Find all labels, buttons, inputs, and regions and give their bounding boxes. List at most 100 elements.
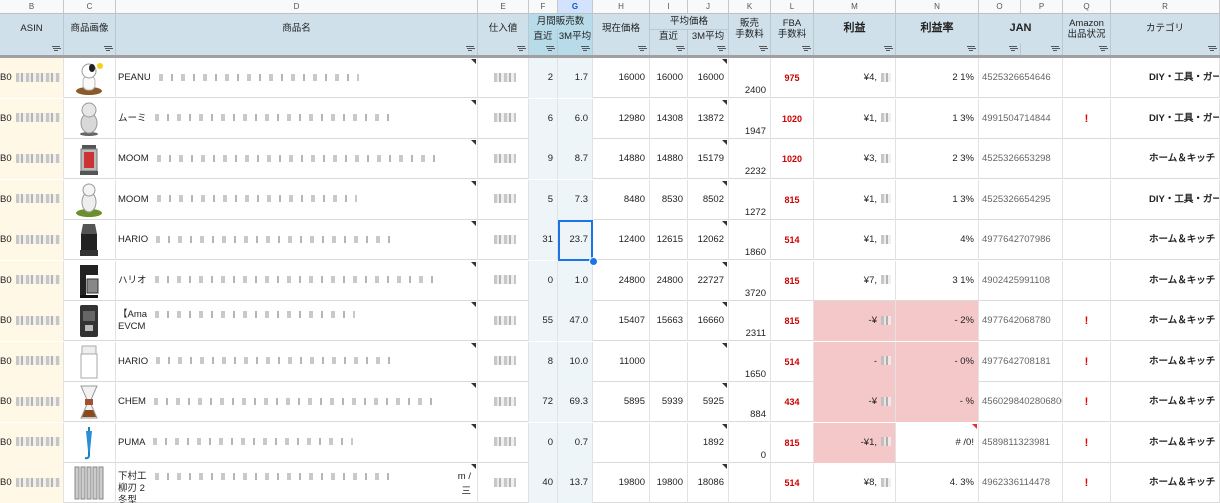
col-letter-k[interactable]: K [729, 0, 771, 13]
avg-recent-cell[interactable]: 12615 [650, 220, 688, 260]
filter-avg-3m[interactable] [688, 43, 729, 55]
asin-cell[interactable]: B0 [0, 260, 64, 301]
fba-fee-cell[interactable]: 514 [771, 341, 814, 382]
col-letter-l[interactable]: L [771, 0, 814, 13]
header-current-price[interactable]: 現在価格 [593, 14, 650, 43]
cost-cell[interactable] [478, 301, 529, 341]
avg-3m-cell[interactable]: 1892 [688, 422, 729, 463]
product-name-cell[interactable]: MOOM [116, 139, 478, 179]
avg-3m-cell[interactable]: 5925 [688, 382, 729, 422]
avg-recent-cell[interactable]: 14880 [650, 139, 688, 179]
filter-icon[interactable] [466, 45, 474, 52]
asin-cell[interactable]: B0 [0, 422, 64, 463]
current-price-cell[interactable] [593, 422, 650, 463]
category-cell[interactable]: ホーム＆キッチ [1111, 220, 1220, 260]
filter-asin[interactable] [0, 43, 64, 55]
monthly-recent-cell[interactable]: 31 [529, 220, 558, 260]
sales-fee-cell[interactable]: 1947 [729, 98, 771, 139]
fba-fee-cell[interactable]: 975 [771, 58, 814, 98]
current-price-cell[interactable]: 11000 [593, 341, 650, 382]
product-image-cell[interactable] [64, 301, 116, 341]
filter-icon[interactable] [638, 45, 646, 52]
fba-fee-cell[interactable]: 815 [771, 301, 814, 341]
monthly-recent-cell[interactable]: 0 [529, 260, 558, 301]
col-letter-f[interactable]: F [529, 0, 558, 13]
category-cell[interactable]: DIY・工具・ガー [1111, 179, 1220, 220]
header-cost[interactable]: 仕入値 [478, 14, 529, 43]
filter-icon[interactable] [802, 45, 810, 52]
col-letter-r[interactable]: R [1111, 0, 1220, 13]
jan-cell[interactable]: 4977642708181 [979, 341, 1063, 382]
filter-monthly-recent[interactable] [529, 43, 558, 55]
profit-cell[interactable]: ¥8, [814, 463, 896, 503]
header-fba-fee[interactable]: FBA 手数料 [771, 14, 814, 43]
jan-cell[interactable]: 4525326654295 [979, 179, 1063, 220]
current-price-cell[interactable]: 5895 [593, 382, 650, 422]
product-image-cell[interactable] [64, 463, 116, 503]
product-name-cell[interactable]: CHEM [116, 382, 478, 422]
header-sales-fee[interactable]: 販売 手数料 [729, 14, 771, 43]
product-image-cell[interactable] [64, 260, 116, 301]
filter-current-price[interactable] [593, 43, 650, 55]
profit-rate-cell[interactable]: 4% [896, 220, 979, 260]
profit-cell[interactable]: ¥1, [814, 98, 896, 139]
profit-rate-cell[interactable]: - % [896, 382, 979, 422]
cost-cell[interactable] [478, 139, 529, 179]
header-avg-3m[interactable]: 3M平均 [688, 29, 729, 43]
cost-cell[interactable] [478, 220, 529, 260]
amazon-status-cell[interactable] [1063, 139, 1111, 179]
amazon-status-cell[interactable] [1063, 220, 1111, 260]
col-letter-q[interactable]: Q [1063, 0, 1111, 13]
filter-avg-recent[interactable] [650, 43, 688, 55]
asin-cell[interactable]: B0 [0, 58, 64, 98]
profit-cell[interactable]: ¥1, [814, 220, 896, 260]
product-name-cell[interactable]: 【Ama EVCM [116, 301, 478, 341]
cost-cell[interactable] [478, 341, 529, 382]
profit-cell[interactable]: -¥1, [814, 422, 896, 463]
avg-recent-cell[interactable]: 8530 [650, 179, 688, 220]
cost-cell[interactable] [478, 422, 529, 463]
product-name-cell[interactable]: MOOM [116, 179, 478, 220]
category-cell[interactable]: DIY・工具・ガー [1111, 98, 1220, 139]
category-cell[interactable]: ホーム＆キッチ [1111, 463, 1220, 503]
filter-icon[interactable] [1051, 45, 1059, 52]
current-price-cell[interactable]: 15407 [593, 301, 650, 341]
filter-icon[interactable] [967, 45, 975, 52]
product-image-cell[interactable] [64, 98, 116, 139]
monthly-recent-cell[interactable]: 6 [529, 98, 558, 139]
header-profit-rate[interactable]: 利益率 [896, 14, 979, 43]
header-jan[interactable]: JAN [979, 14, 1063, 43]
avg-3m-cell[interactable]: 16000 [688, 58, 729, 98]
jan-cell[interactable]: 4977642068780 [979, 301, 1063, 341]
header-monthly-3m[interactable]: 3M平均 [558, 29, 593, 43]
header-image[interactable]: 商品画像 [64, 14, 116, 43]
profit-rate-cell[interactable]: 3 1% [896, 260, 979, 301]
profit-cell[interactable]: -¥ [814, 382, 896, 422]
product-image-cell[interactable] [64, 382, 116, 422]
sales-fee-cell[interactable]: 1860 [729, 220, 771, 260]
monthly-3m-cell[interactable]: 47.0 [558, 301, 593, 341]
filter-monthly-3m[interactable] [558, 43, 593, 55]
monthly-recent-cell[interactable]: 8 [529, 341, 558, 382]
cost-cell[interactable] [478, 382, 529, 422]
avg-recent-cell[interactable]: 15663 [650, 301, 688, 341]
filter-fba-fee[interactable] [771, 43, 814, 55]
header-category[interactable]: カテゴリ [1111, 14, 1220, 43]
avg-3m-cell[interactable]: 13872 [688, 98, 729, 139]
asin-cell[interactable]: B0 [0, 179, 64, 220]
product-name-cell[interactable]: PEANU [116, 58, 478, 98]
current-price-cell[interactable]: 16000 [593, 58, 650, 98]
filter-icon[interactable] [1099, 45, 1107, 52]
category-cell[interactable]: ホーム＆キッチ [1111, 341, 1220, 382]
avg-recent-cell[interactable]: 24800 [650, 260, 688, 301]
current-price-cell[interactable]: 12400 [593, 220, 650, 260]
jan-cell[interactable]: 4991504714844 [979, 98, 1063, 139]
profit-rate-cell[interactable]: 2 1% [896, 58, 979, 98]
avg-3m-cell[interactable]: 16660 [688, 301, 729, 341]
amazon-status-cell[interactable]: ! [1063, 341, 1111, 382]
amazon-status-cell[interactable]: ! [1063, 422, 1111, 463]
asin-cell[interactable]: B0 [0, 301, 64, 341]
product-image-cell[interactable] [64, 422, 116, 463]
avg-recent-cell[interactable]: 19800 [650, 463, 688, 503]
header-amazon-status[interactable]: Amazon 出品状況 [1063, 14, 1111, 43]
